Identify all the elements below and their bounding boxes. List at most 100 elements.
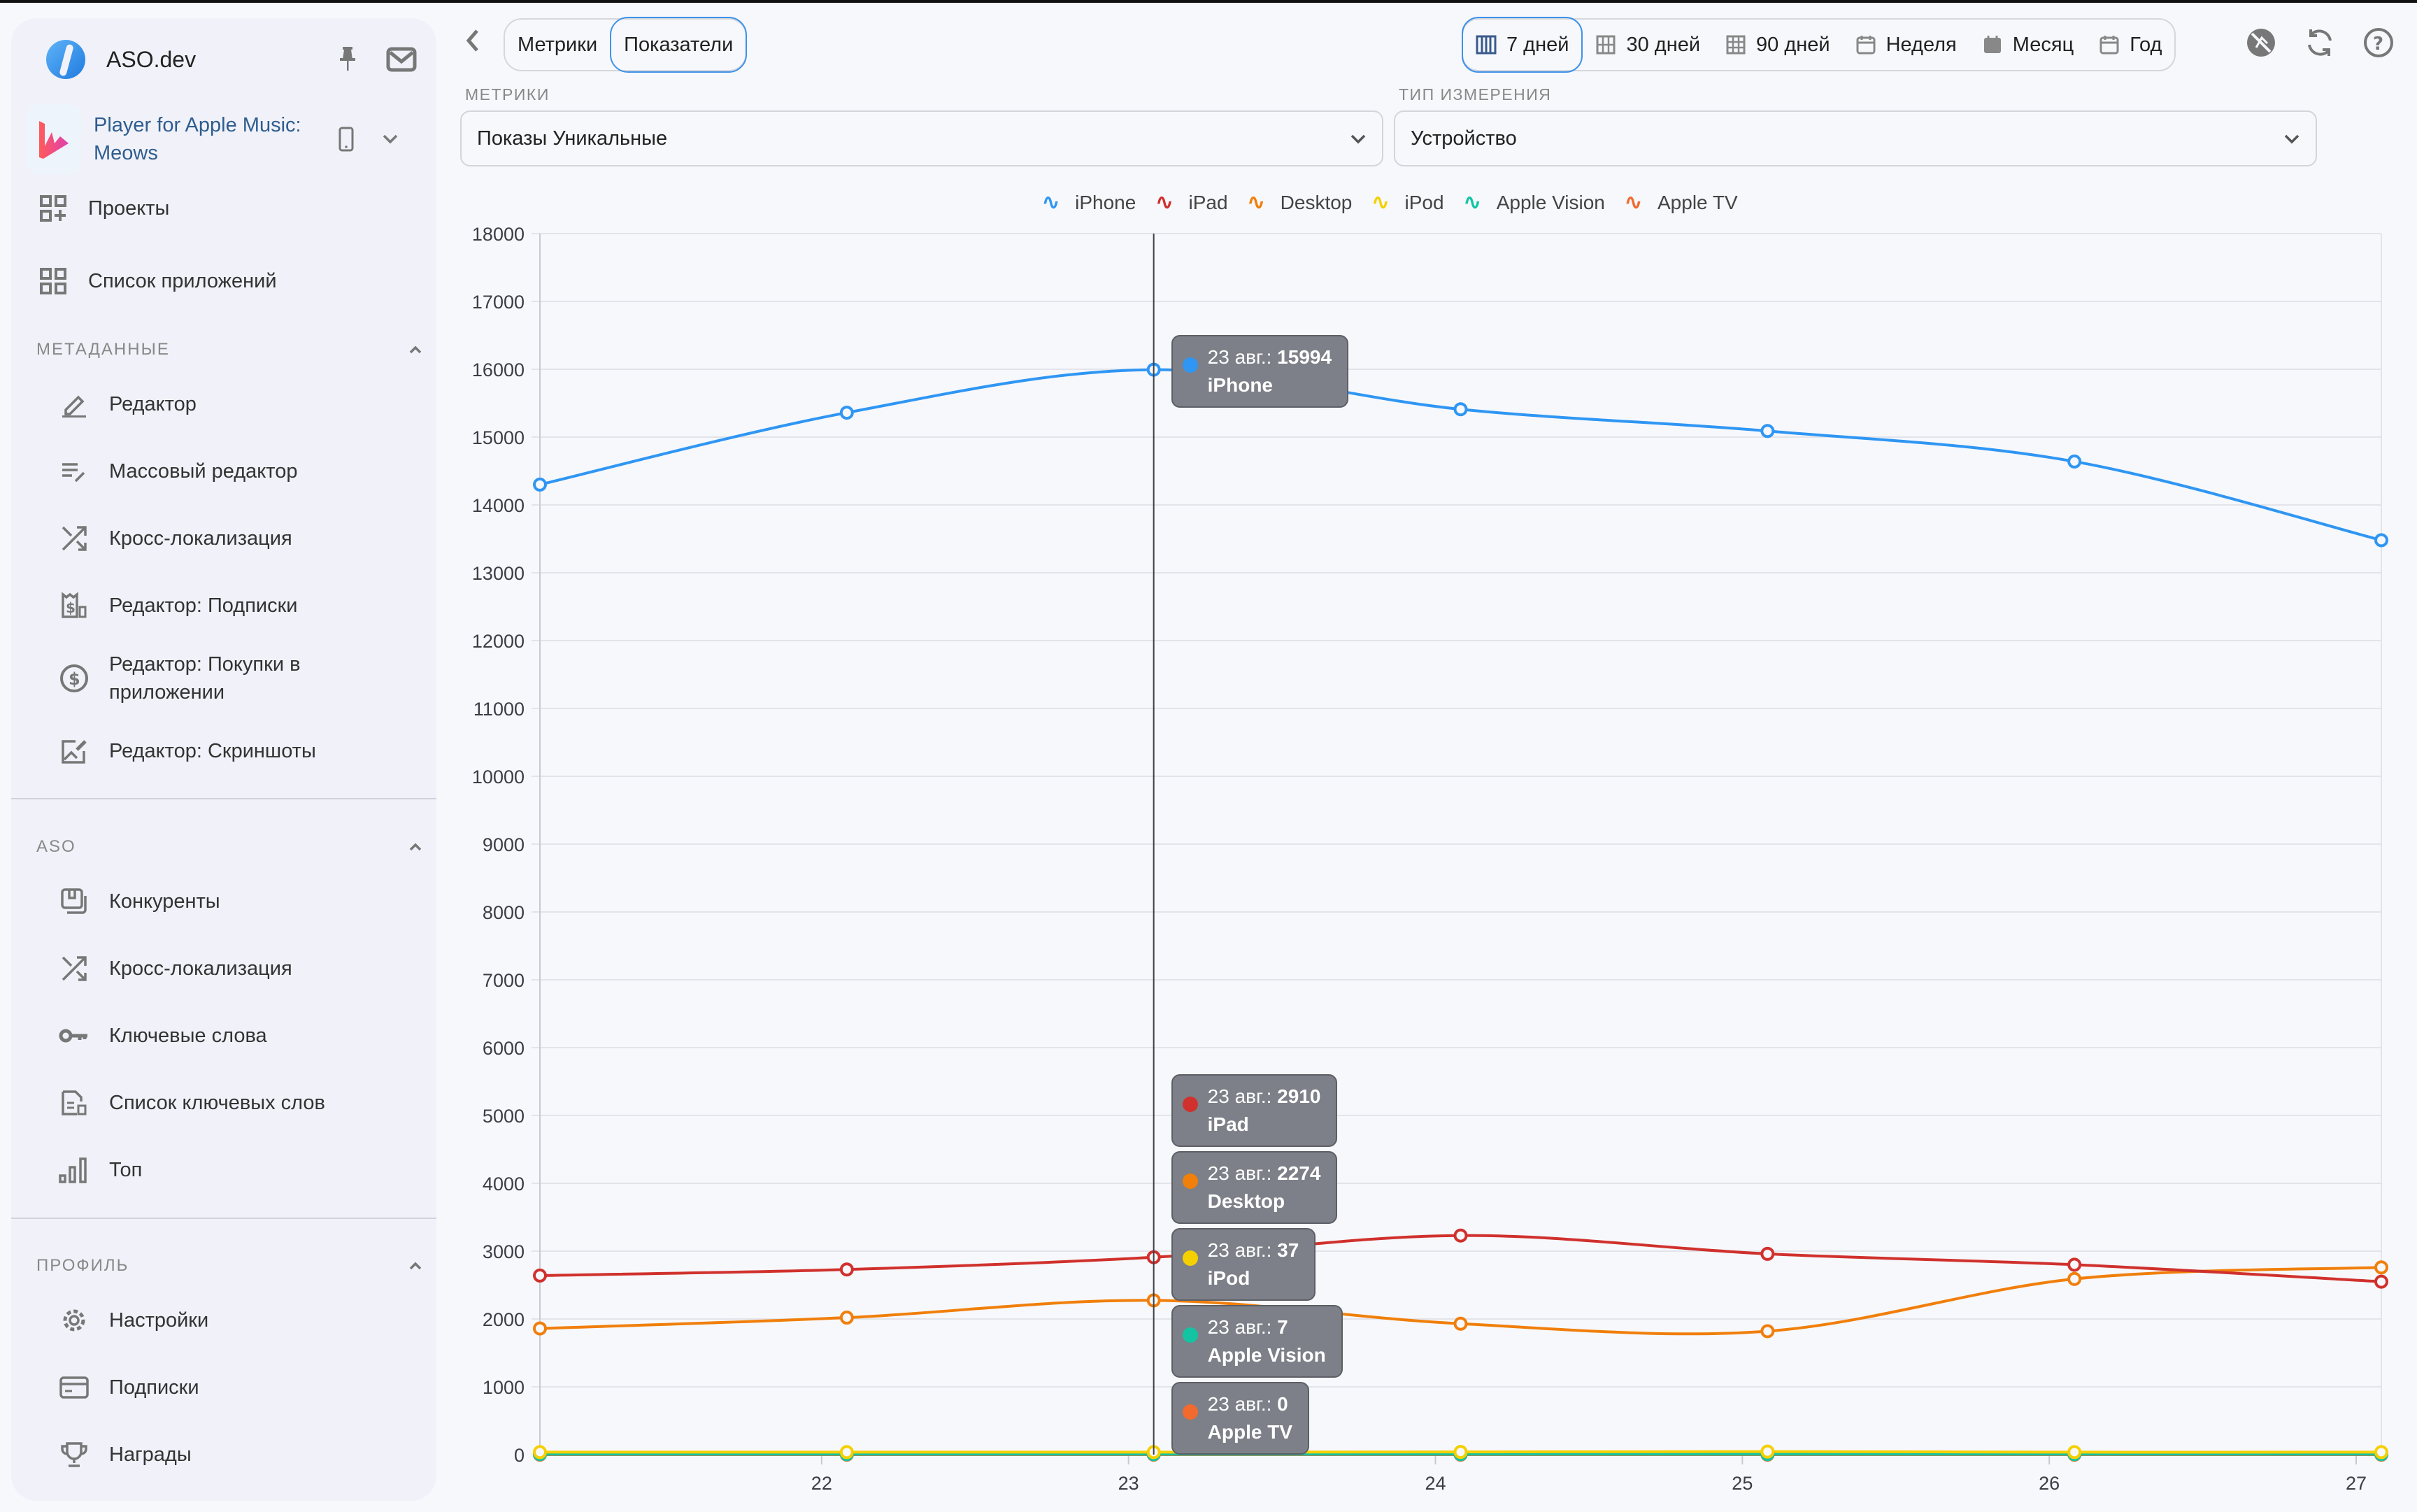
sidebar-item-cross-localization-aso[interactable]: Кросс-локализация <box>11 935 436 1002</box>
sidebar-item-top[interactable]: Топ <box>11 1136 436 1204</box>
sidebar-item-subscriptions[interactable]: Подписки <box>11 1354 436 1421</box>
sidebar-item-keywords[interactable]: Ключевые слова <box>11 1002 436 1069</box>
legend-label: Desktop <box>1280 191 1353 213</box>
tooltip-color-dot <box>1182 1404 1198 1420</box>
aso-logo-icon[interactable] <box>46 40 85 79</box>
tooltip-color-dot <box>1182 1174 1198 1189</box>
period-month[interactable]: Месяц <box>1969 18 2086 71</box>
period-label: 7 дней <box>1506 33 1569 56</box>
x-tick-label: 27 <box>2346 1473 2367 1494</box>
chevron-up-icon[interactable] <box>408 340 422 359</box>
sidebar-item-keyword-list[interactable]: Список ключевых слов <box>11 1069 436 1136</box>
sidebar-item-iap-editor[interactable]: $ Редактор: Покупки в приложении <box>11 639 436 718</box>
svg-text:$: $ <box>66 599 76 616</box>
legend-item-desktop[interactable]: ∿ Desktop <box>1248 190 1353 215</box>
period-90-days[interactable]: 90 дней <box>1713 18 1843 71</box>
data-point <box>2374 1260 2388 1275</box>
app-name: Player for Apple Music: Meows <box>94 114 301 164</box>
sidebar-section-metadata: МЕТАДАННЫЕ Редактор Массовый редактор Кр… <box>11 329 436 785</box>
refresh-icon[interactable] <box>2304 27 2336 59</box>
toolbar: Метрики Показатели 7 дней 30 дней 90 дне… <box>455 15 2417 74</box>
trophy-icon <box>57 1438 91 1471</box>
tab-indicators[interactable]: Показатели <box>610 17 748 73</box>
tooltip-desktop: 23 авг.: 2274 Desktop <box>1171 1151 1338 1224</box>
tooltip-series-line: Desktop <box>1208 1188 1321 1215</box>
tooltip-series-line: iPhone <box>1208 371 1332 399</box>
help-icon[interactable]: ? <box>2362 27 2395 59</box>
legend-line-icon: ∿ <box>1624 191 1642 214</box>
tooltip-series-line: Apple Vision <box>1208 1341 1326 1369</box>
period-label: Год <box>2130 33 2162 56</box>
iphone-device-icon[interactable] <box>338 127 354 152</box>
tooltip-date: 23 авг.: <box>1207 1316 1278 1338</box>
chevron-down-icon <box>1350 128 1367 150</box>
data-point <box>2067 1445 2082 1460</box>
chevron-down-icon[interactable] <box>382 134 399 145</box>
sidebar-section-aso: ASO Конкуренты Кросс-локализация Ключевы… <box>11 826 436 1204</box>
period-label: Месяц <box>2012 33 2074 56</box>
chevron-up-icon[interactable] <box>408 837 422 857</box>
metrics-select[interactable]: Показы Уникальные <box>460 110 1383 166</box>
data-point <box>839 1445 854 1460</box>
sidebar-item-label: Список приложений <box>88 269 277 292</box>
sidebar-item-competitors[interactable]: Конкуренты <box>11 868 436 935</box>
toolbar-tools: ? <box>2245 27 2395 59</box>
y-tick-label: 3000 <box>483 1241 525 1262</box>
sidebar-item-label: Ключевые слова <box>109 1024 267 1047</box>
section-header-aso[interactable]: ASO <box>11 826 436 868</box>
y-tick-label: 10000 <box>472 766 525 787</box>
y-tick-label: 15000 <box>472 427 525 448</box>
legend-item-apple-tv[interactable]: ∿ Apple TV <box>1625 190 1738 215</box>
tooltip-ipod: 23 авг.: 37 iPod <box>1171 1228 1316 1301</box>
sidebar-item-screenshots-editor[interactable]: Редактор: Скриншоты <box>11 718 436 785</box>
tab-metrics[interactable]: Метрики <box>505 18 610 71</box>
tooltip-date: 23 авг.: <box>1207 1393 1278 1415</box>
legend-item-ipad[interactable]: ∿ iPad <box>1155 190 1227 215</box>
dollar-circle-icon: $ <box>57 662 91 695</box>
section-header-metadata[interactable]: МЕТАДАННЫЕ <box>11 329 436 371</box>
tooltip-value-line: 23 авг.: 2274 <box>1208 1160 1321 1188</box>
data-point <box>839 1262 854 1277</box>
sidebar-item-settings[interactable]: Настройки <box>11 1287 436 1354</box>
section-header-profile[interactable]: ПРОФИЛЬ <box>11 1245 436 1287</box>
hide-chart-icon[interactable] <box>2245 27 2277 59</box>
sidebar-item-cross-localization[interactable]: Кросс-локализация <box>11 505 436 572</box>
bar-chart-icon <box>57 1153 91 1187</box>
calendar-month-icon <box>1983 36 2001 53</box>
chevron-up-icon[interactable] <box>408 1256 422 1276</box>
period-7-days[interactable]: 7 дней <box>1462 17 1583 73</box>
data-point <box>2374 1445 2388 1460</box>
period-week[interactable]: Неделя <box>1843 18 1969 71</box>
data-point <box>839 406 854 420</box>
back-chevron-icon[interactable] <box>465 28 480 60</box>
chevron-down-icon <box>2283 128 2300 150</box>
legend-line-icon: ∿ <box>1042 191 1060 214</box>
sidebar-item-label: Редактор: Скриншоты <box>109 739 316 762</box>
legend-item-iphone[interactable]: ∿ iPhone <box>1042 190 1136 215</box>
sidebar-divider <box>11 798 436 799</box>
sidebar-item-label: Массовый редактор <box>109 459 298 483</box>
tooltip-value: 2274 <box>1277 1162 1321 1184</box>
legend-label: Apple TV <box>1657 191 1738 213</box>
competitors-icon <box>57 885 91 918</box>
mail-icon[interactable] <box>386 47 417 72</box>
sidebar-item-editor[interactable]: Редактор <box>11 371 436 438</box>
dimension-select[interactable]: Устройство <box>1394 110 2317 166</box>
sidebar-item-app-list[interactable]: Список приложений <box>11 245 436 318</box>
app-selector[interactable]: Player for Apple Music: Meows <box>27 101 425 178</box>
period-year[interactable]: Год <box>2086 18 2174 71</box>
sidebar-item-label: Кросс-локализация <box>109 527 292 550</box>
pin-icon[interactable] <box>337 45 358 73</box>
legend-item-apple-vision[interactable]: ∿ Apple Vision <box>1464 190 1605 215</box>
sidebar-item-subscriptions-editor[interactable]: $ Редактор: Подписки <box>11 572 436 639</box>
sidebar-item-bulk-editor[interactable]: Массовый редактор <box>11 438 436 505</box>
legend-item-ipod[interactable]: ∿ iPod <box>1371 190 1443 215</box>
legend-label: iPhone <box>1075 191 1136 213</box>
sidebar-item-projects[interactable]: Проекты <box>11 172 436 245</box>
tooltip-date: 23 авг.: <box>1207 1162 1278 1184</box>
period-selector: 7 дней 30 дней 90 дней Неделя Месяц Год <box>1462 17 2176 73</box>
sidebar-item-rewards[interactable]: Награды <box>11 1421 436 1488</box>
period-30-days[interactable]: 30 дней <box>1583 18 1713 71</box>
metrics-select-value: Показы Уникальные <box>477 127 668 150</box>
section-title: ПРОФИЛЬ <box>36 1256 129 1275</box>
